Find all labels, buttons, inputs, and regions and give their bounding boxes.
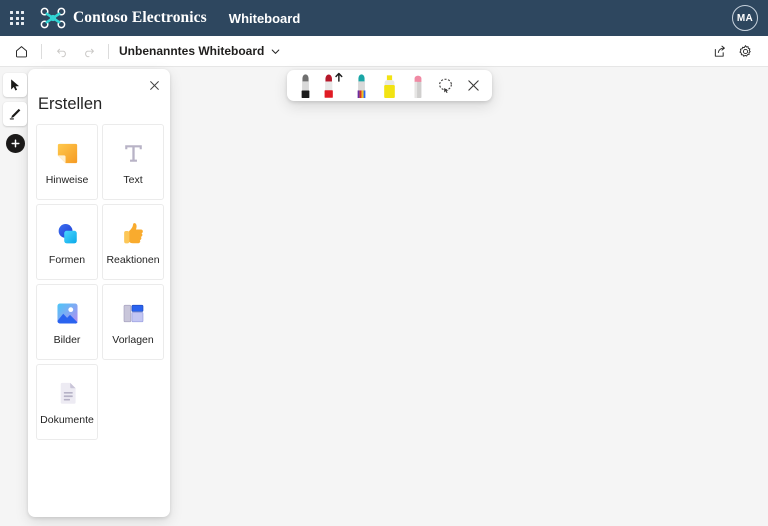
thumbs-up-icon [118,218,148,248]
create-card-vorlagen[interactable]: Vorlagen [102,284,164,360]
app-launcher-icon[interactable] [6,7,28,29]
close-icon [468,80,479,91]
redo-icon [84,48,94,57]
eraser-button[interactable] [404,71,431,100]
share-button[interactable] [706,39,732,63]
lasso-select-button[interactable] [432,71,459,100]
command-separator-2 [108,43,109,59]
document-title[interactable]: Unbenanntes Whiteboard [119,44,264,58]
text-icon [118,138,148,168]
share-icon [714,45,725,57]
card-label: Vorlagen [112,334,154,347]
command-bar: Unbenanntes Whiteboard [0,36,768,67]
image-icon [52,298,82,328]
shapes-icon [52,218,82,248]
contoso-drone-logo-icon [40,7,66,29]
create-card-grid: Hinweise Text Formen Reaktionen Bilder V… [36,124,164,440]
create-plus-icon [5,133,25,153]
pen-red-button[interactable] [320,71,347,100]
create-panel: Erstellen Hinweise Text Formen Reaktione… [28,69,170,517]
avatar[interactable]: MA [732,5,758,31]
lasso-select-icon [439,78,452,94]
pen-icon [9,108,21,120]
create-card-text[interactable]: Text [102,124,164,200]
card-label: Reaktionen [106,254,160,267]
create-card-hinweise[interactable]: Hinweise [36,124,98,200]
pen-rainbow-icon [357,74,366,99]
undo-icon [56,48,66,57]
create-card-formen[interactable]: Formen [36,204,98,280]
command-separator-1 [41,43,42,59]
whiteboard-canvas[interactable]: Erstellen Hinweise Text Formen Reaktione… [0,67,768,526]
eraser-icon [414,75,421,99]
create-tool-button[interactable] [3,131,27,155]
document-icon [52,378,82,408]
redo-button[interactable] [75,39,101,63]
card-label: Formen [48,254,86,267]
pen-red-icon [324,72,343,98]
sticky-note-icon [52,138,82,168]
select-tool-button[interactable] [3,73,27,97]
pen-black-button[interactable] [292,71,319,100]
pen-toolbar [287,70,492,101]
highlighter-yellow-button[interactable] [376,71,403,100]
cursor-arrow-icon [11,79,20,91]
app-header: Contoso Electronics Whiteboard MA [0,0,768,36]
card-label: Dokumente [40,414,94,427]
close-panel-button[interactable] [144,75,164,95]
document-title-menu-button[interactable] [270,46,281,57]
create-card-reaktionen[interactable]: Reaktionen [102,204,164,280]
create-card-dokumente[interactable]: Dokumente [36,364,98,440]
pen-tool-button[interactable] [3,102,27,126]
home-icon [15,45,27,57]
brand-name: Contoso Electronics [73,9,207,26]
close-pen-toolbar-button[interactable] [460,71,487,100]
highlighter-yellow-icon [384,75,395,99]
gear-icon [738,44,751,57]
create-card-bilder[interactable]: Bilder [36,284,98,360]
app-name: Whiteboard [228,10,301,26]
card-label: Bilder [53,334,81,347]
home-button[interactable] [8,39,34,63]
chevron-down-icon [272,49,280,54]
pen-black-icon [301,74,310,99]
card-label: Hinweise [45,174,89,187]
panel-title: Erstellen [38,95,103,113]
card-label: Text [123,174,143,187]
pen-rainbow-button[interactable] [348,71,375,100]
settings-button[interactable] [732,39,758,63]
close-icon [149,80,159,90]
undo-button[interactable] [49,39,75,63]
tool-rail [2,73,28,155]
templates-icon [118,298,148,328]
